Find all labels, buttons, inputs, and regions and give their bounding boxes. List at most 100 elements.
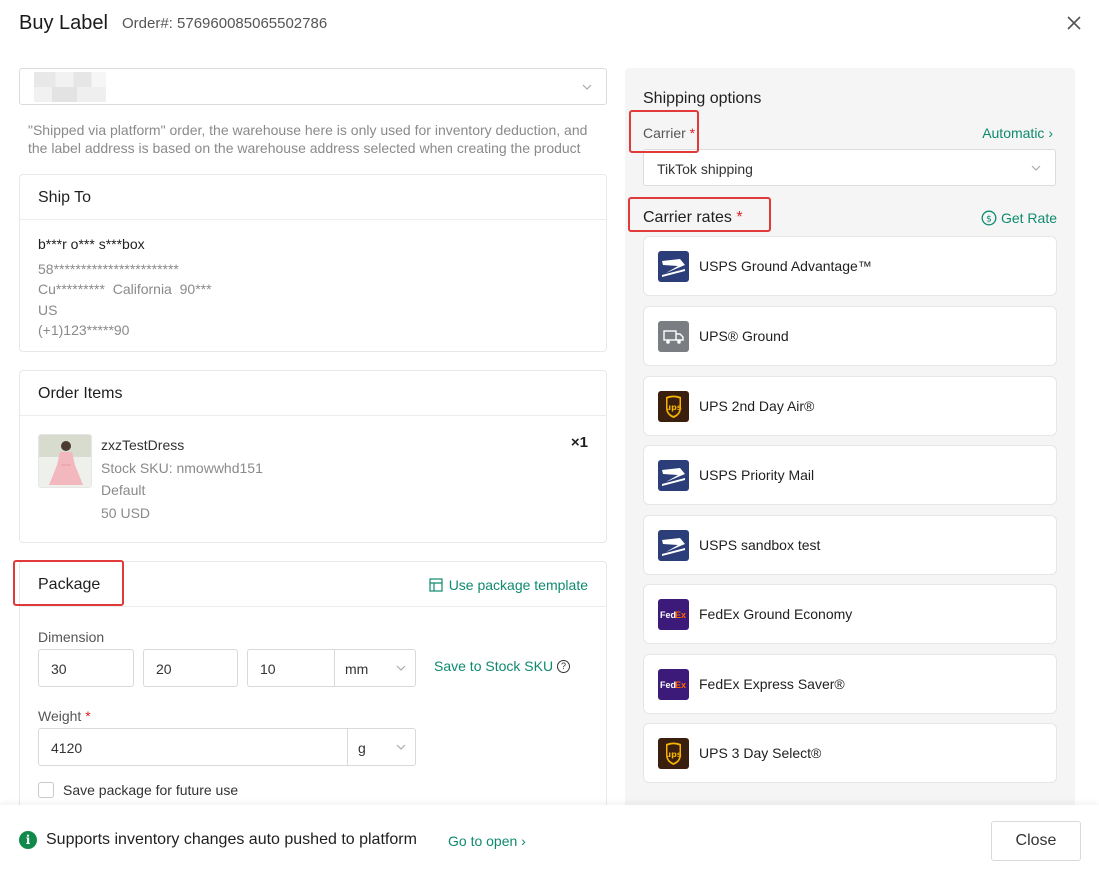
shipping-options-panel: Shipping options Carrier * Automatic › T…	[625, 68, 1075, 808]
close-button[interactable]: Close	[991, 821, 1081, 861]
order-items-card: Order Items zxzTestDress Stock SKU: nmow…	[19, 370, 607, 543]
width-input[interactable]: 20	[143, 649, 238, 687]
required-mark: *	[736, 209, 743, 226]
phone: (+1)123*****90	[38, 322, 130, 338]
get-rate-label: Get Rate	[1000, 210, 1057, 226]
package-title: Package	[38, 576, 101, 593]
rate-option[interactable]: Fed Ex FedEx Express Saver®	[643, 654, 1057, 714]
chevron-down-icon	[1031, 165, 1041, 171]
country: US	[38, 302, 58, 318]
rate-name: USPS sandbox test	[699, 537, 821, 553]
rate-option[interactable]: USPS Priority Mail	[643, 445, 1057, 505]
weight-unit-select[interactable]: g	[347, 728, 416, 766]
warehouse-select[interactable]	[19, 68, 607, 105]
truck-icon	[658, 321, 689, 352]
item-price: 50 USD	[101, 505, 151, 521]
chevron-down-icon	[582, 84, 592, 90]
rate-name: FedEx Ground Economy	[699, 606, 853, 622]
buy-label-modal: Buy Label Order#: 576960085065502786 "Sh…	[0, 0, 1099, 869]
usps-icon	[658, 460, 689, 491]
save-package-label: Save package for future use	[63, 782, 239, 798]
save-to-stock-sku-link[interactable]: Save to Stock SKU ?	[434, 658, 571, 674]
footer-notice: Supports inventory changes auto pushed t…	[46, 831, 417, 848]
ups-icon: ups	[658, 738, 689, 769]
rate-name: USPS Priority Mail	[699, 467, 815, 483]
svg-text:ups: ups	[665, 750, 681, 759]
rate-option[interactable]: ups UPS 2nd Day Air®	[643, 376, 1057, 436]
weight-label-text: Weight	[38, 708, 82, 724]
city-line: Cu********* California 90***	[38, 281, 212, 297]
weight-input[interactable]: 4120	[38, 728, 348, 766]
carrier-rates-title: Carrier rates *	[643, 209, 743, 227]
item-name: zxzTestDress	[101, 437, 185, 453]
recipient-name: b***r o*** s***box	[38, 236, 145, 252]
height-input[interactable]: 10	[247, 649, 335, 687]
dollar-circle-icon: $	[981, 210, 997, 226]
modal-footer: i Supports inventory changes auto pushed…	[0, 805, 1099, 869]
dimension-label: Dimension	[38, 629, 105, 645]
rate-name: USPS Ground Advantage™	[699, 258, 872, 274]
get-rate-button[interactable]: $ Get Rate	[981, 210, 1057, 226]
carrier-label: Carrier *	[643, 125, 695, 141]
svg-text:Ex: Ex	[675, 680, 686, 690]
carrier-select[interactable]: TikTok shipping	[643, 149, 1056, 186]
package-card: Package Use package template Dimension 3…	[19, 561, 607, 821]
item-quantity: ×1	[570, 434, 588, 451]
chevron-right-icon: ›	[517, 833, 526, 849]
usps-icon	[658, 530, 689, 561]
required-mark: *	[689, 125, 696, 141]
fedex-icon: FedEx	[658, 669, 689, 700]
go-to-open-link[interactable]: Go to open ›	[448, 833, 526, 849]
modal-title: Buy Label	[19, 12, 108, 34]
rate-name: UPS® Ground	[699, 328, 789, 344]
close-icon[interactable]	[1064, 13, 1084, 33]
rate-option[interactable]: ups UPS 3 Day Select®	[643, 723, 1057, 783]
product-thumbnail	[38, 434, 92, 488]
dimension-unit-value: mm	[345, 661, 369, 677]
length-input[interactable]: 30	[38, 649, 134, 687]
item-sku: Stock SKU: nmowwhd151	[101, 460, 263, 476]
item-variant: Default	[101, 482, 146, 498]
carrier-label-text: Carrier	[643, 125, 686, 141]
chevron-down-icon	[396, 744, 406, 750]
fedex-icon: FedEx	[658, 599, 689, 630]
info-icon: i	[19, 831, 37, 849]
carrier-rates-label: Carrier rates	[643, 209, 732, 226]
modal-header: Buy Label Order#: 576960085065502786	[0, 0, 1099, 48]
automatic-label: Automatic	[982, 125, 1045, 141]
automatic-link[interactable]: Automatic ›	[982, 125, 1053, 141]
chevron-down-icon	[396, 665, 406, 671]
help-icon: ?	[557, 659, 571, 673]
use-package-template-link[interactable]: Use package template	[429, 577, 588, 593]
warehouse-hint: "Shipped via platform" order, the wareho…	[28, 122, 588, 156]
weight-label: Weight *	[38, 708, 91, 724]
warehouse-value-redacted	[34, 72, 106, 102]
chevron-right-icon: ›	[1044, 125, 1053, 141]
rate-option[interactable]: USPS sandbox test	[643, 515, 1057, 575]
order-number: Order#: 576960085065502786	[122, 15, 328, 32]
svg-text:Fed: Fed	[660, 680, 676, 690]
rate-option[interactable]: UPS® Ground	[643, 306, 1057, 366]
save-to-stock-sku-label: Save to Stock SKU	[434, 658, 554, 674]
rate-name: UPS 3 Day Select®	[699, 745, 822, 761]
rate-name: UPS 2nd Day Air®	[699, 398, 815, 414]
rate-option[interactable]: Fed Ex FedEx Ground Economy	[643, 584, 1057, 644]
ship-to-title: Ship To	[20, 175, 606, 220]
ups-icon: ups	[658, 391, 689, 422]
go-to-open-label: Go to open	[448, 833, 518, 849]
address-line: 58***********************	[38, 261, 179, 277]
svg-text:Ex: Ex	[675, 610, 686, 620]
svg-text:Fed: Fed	[660, 610, 676, 620]
svg-text:$: $	[986, 215, 992, 225]
usps-icon	[658, 251, 689, 282]
rate-option[interactable]: USPS Ground Advantage™	[643, 236, 1057, 296]
save-package-checkbox[interactable]	[38, 782, 54, 798]
template-icon	[429, 578, 443, 592]
required-mark: *	[85, 708, 91, 724]
use-package-template-label: Use package template	[448, 577, 588, 593]
shipping-options-title: Shipping options	[643, 90, 762, 107]
divider	[20, 606, 606, 607]
dimension-unit-select[interactable]: mm	[334, 649, 416, 687]
weight-unit-value: g	[358, 740, 366, 756]
order-items-title: Order Items	[20, 371, 606, 416]
